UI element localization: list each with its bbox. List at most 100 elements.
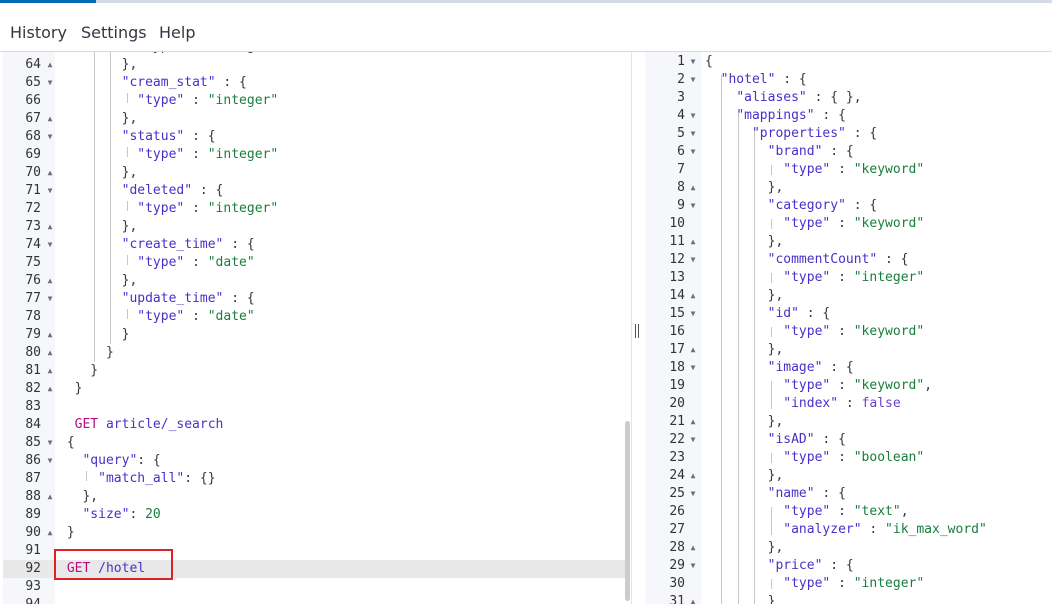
- fold-collapse-icon[interactable]: ▲: [45, 110, 55, 128]
- code-line[interactable]: 71 ▼ "deleted" : {: [3, 182, 623, 200]
- fold-collapse-icon[interactable]: ▲: [45, 164, 55, 182]
- code-line[interactable]: 16 "type" : "keyword": [645, 323, 1052, 341]
- fold-expanded-icon[interactable]: ▼: [45, 290, 55, 308]
- code-line[interactable]: 20 "index" : false: [645, 395, 1052, 413]
- fold-expanded-icon[interactable]: ▼: [688, 71, 698, 89]
- code-line[interactable]: 83: [3, 398, 623, 416]
- code-line[interactable]: 93: [3, 578, 623, 596]
- request-editor[interactable]: 63 "type" : "integer"64▲ },65▼ "cream_st…: [3, 52, 632, 604]
- code-line[interactable]: 5 ▼ "properties" : {: [645, 125, 1052, 143]
- code-line[interactable]: 3 "aliases" : { },: [645, 89, 1052, 107]
- code-line[interactable]: 90 ▲ }: [3, 524, 623, 542]
- code-line[interactable]: 18 ▼ "image" : {: [645, 359, 1052, 377]
- code-line[interactable]: 29 ▼ "price" : {: [645, 557, 1052, 575]
- code-line[interactable]: 73 ▲ },: [3, 218, 623, 236]
- code-line[interactable]: 80 ▲ }: [3, 344, 623, 362]
- code-line[interactable]: 14 ▲ },: [645, 287, 1052, 305]
- code-line[interactable]: 82 ▲ }: [3, 380, 623, 398]
- fold-expanded-icon[interactable]: ▼: [688, 197, 698, 215]
- code-line[interactable]: 65 ▼ "cream_stat" : {: [3, 74, 623, 92]
- code-line[interactable]: 24 ▲ },: [645, 467, 1052, 485]
- fold-expanded-icon[interactable]: ▼: [45, 128, 55, 146]
- fold-expanded-icon[interactable]: ▼: [688, 431, 698, 449]
- code-line[interactable]: 87 "match_all": {}: [3, 470, 623, 488]
- fold-collapse-icon[interactable]: ▲: [688, 341, 698, 359]
- code-line[interactable]: 11 ▲ },: [645, 233, 1052, 251]
- fold-expanded-icon[interactable]: ▼: [45, 434, 55, 452]
- fold-collapse-icon[interactable]: ▲: [45, 488, 55, 506]
- fold-collapse-icon[interactable]: ▲: [688, 287, 698, 305]
- code-line[interactable]: 68 ▼ "status" : {: [3, 128, 623, 146]
- code-line[interactable]: 21 ▲ },: [645, 413, 1052, 431]
- code-line[interactable]: 2 ▼ "hotel" : {: [645, 71, 1052, 89]
- fold-collapse-icon[interactable]: ▲: [688, 593, 698, 604]
- fold-expanded-icon[interactable]: ▼: [688, 143, 698, 161]
- fold-collapse-icon[interactable]: ▲: [45, 272, 55, 290]
- code-line[interactable]: 22 ▼ "isAD" : {: [645, 431, 1052, 449]
- fold-expanded-icon[interactable]: ▼: [688, 557, 698, 575]
- code-line[interactable]: 15 ▼ "id" : {: [645, 305, 1052, 323]
- fold-collapse-icon[interactable]: ▲: [688, 179, 698, 197]
- fold-expanded-icon[interactable]: ▼: [688, 53, 698, 71]
- fold-collapse-icon[interactable]: ▲: [688, 233, 698, 251]
- code-line[interactable]: 78 "type" : "date": [3, 308, 623, 326]
- code-line[interactable]: 94: [3, 596, 623, 604]
- code-line[interactable]: 8 ▲ },: [645, 179, 1052, 197]
- code-line[interactable]: 25 ▼ "name" : {: [645, 485, 1052, 503]
- fold-collapse-icon[interactable]: ▲: [45, 524, 55, 542]
- code-line[interactable]: 27 "analyzer" : "ik_max_word": [645, 521, 1052, 539]
- fold-expanded-icon[interactable]: ▼: [45, 452, 55, 470]
- fold-expanded-icon[interactable]: ▼: [688, 251, 698, 269]
- code-line[interactable]: 88 ▲ },: [3, 488, 623, 506]
- fold-collapse-icon[interactable]: ▲: [688, 413, 698, 431]
- code-line[interactable]: 23 "type" : "boolean": [645, 449, 1052, 467]
- code-line[interactable]: 6 ▼ "brand" : {: [645, 143, 1052, 161]
- code-line[interactable]: 1 ▼ {: [645, 53, 1052, 71]
- code-line[interactable]: 28 ▲ },: [645, 539, 1052, 557]
- code-line[interactable]: 9 ▼ "category" : {: [645, 197, 1052, 215]
- code-line[interactable]: 31 ▲ }: [645, 593, 1052, 604]
- code-line[interactable]: 64 ▲ },: [3, 56, 623, 74]
- fold-expanded-icon[interactable]: ▼: [688, 125, 698, 143]
- code-line[interactable]: 81 ▲ }: [3, 362, 623, 380]
- fold-collapse-icon[interactable]: ▲: [45, 344, 55, 362]
- code-line[interactable]: 13 "type" : "integer": [645, 269, 1052, 287]
- code-line[interactable]: 67 ▲ },: [3, 110, 623, 128]
- response-output[interactable]: 1 ▼{2 ▼ "hotel" : {3 "aliases" : { }, 4 ▼ "m…: [645, 52, 1052, 604]
- fold-expanded-icon[interactable]: ▼: [688, 485, 698, 503]
- fold-expanded-icon[interactable]: ▼: [688, 359, 698, 377]
- fold-collapse-icon[interactable]: ▲: [45, 56, 55, 74]
- code-line[interactable]: 19 "type" : "keyword",: [645, 377, 1052, 395]
- code-line[interactable]: 10 "type" : "keyword": [645, 215, 1052, 233]
- code-line[interactable]: 85 ▼ {: [3, 434, 623, 452]
- menu-help[interactable]: Help: [159, 23, 195, 42]
- fold-collapse-icon[interactable]: ▲: [688, 539, 698, 557]
- code-line[interactable]: 26 "type" : "text",: [645, 503, 1052, 521]
- fold-collapse-icon[interactable]: ▲: [45, 380, 55, 398]
- fold-collapse-icon[interactable]: ▲: [45, 218, 55, 236]
- fold-collapse-icon[interactable]: ▲: [45, 326, 55, 344]
- code-line[interactable]: 76 ▲ },: [3, 272, 623, 290]
- code-line[interactable]: 79 ▲ }: [3, 326, 623, 344]
- fold-expanded-icon[interactable]: ▼: [45, 74, 55, 92]
- fold-expanded-icon[interactable]: ▼: [45, 236, 55, 254]
- fold-expanded-icon[interactable]: ▼: [688, 305, 698, 323]
- code-line[interactable]: 86 ▼ "query": {: [3, 452, 623, 470]
- code-line[interactable]: 70 ▲ },: [3, 164, 623, 182]
- code-line[interactable]: 7 "type" : "keyword": [645, 161, 1052, 179]
- code-line[interactable]: 66 "type" : "integer": [3, 92, 623, 110]
- pane-resize-handle[interactable]: [634, 324, 640, 340]
- code-line[interactable]: 75 "type" : "date": [3, 254, 623, 272]
- code-line[interactable]: 77 ▼ "update_time" : {: [3, 290, 623, 308]
- code-line[interactable]: 30 "type" : "integer": [645, 575, 1052, 593]
- code-line[interactable]: 69 "type" : "integer": [3, 146, 623, 164]
- fold-collapse-icon[interactable]: ▲: [688, 467, 698, 485]
- code-line[interactable]: 4 ▼ "mappings" : {: [645, 107, 1052, 125]
- code-line[interactable]: 17 ▲ },: [645, 341, 1052, 359]
- menu-history[interactable]: History: [10, 23, 67, 42]
- code-line[interactable]: 74 ▼ "create_time" : {: [3, 236, 623, 254]
- fold-collapse-icon[interactable]: ▲: [45, 362, 55, 380]
- fold-expanded-icon[interactable]: ▼: [45, 182, 55, 200]
- code-line[interactable]: 89 "size": 20: [3, 506, 623, 524]
- code-line[interactable]: 12 ▼ "commentCount" : {: [645, 251, 1052, 269]
